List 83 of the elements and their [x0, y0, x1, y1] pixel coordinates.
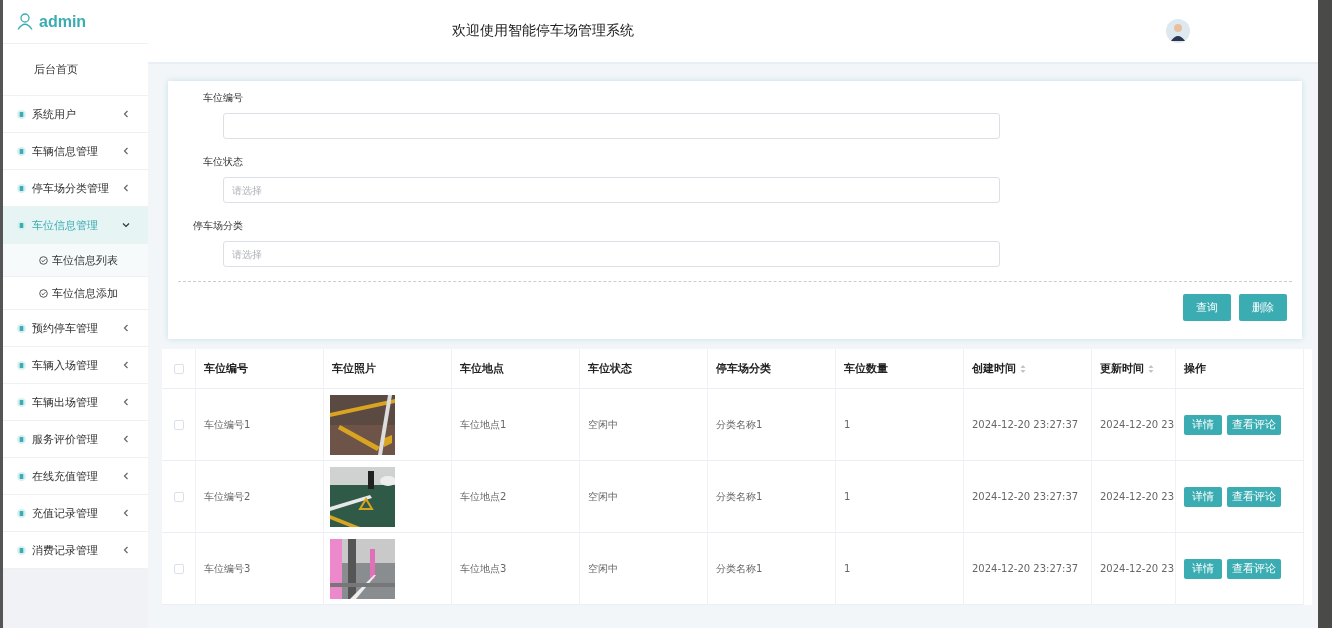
submenu-item[interactable]: 车位信息添加 [3, 277, 148, 310]
select-field[interactable]: 请选择 [223, 241, 1000, 267]
document-icon [17, 323, 26, 333]
document-icon [17, 183, 26, 193]
menu-item[interactable]: 停车场分类管理 [3, 170, 148, 207]
table-cell: 2024-12-20 23 [1100, 491, 1175, 502]
menu-item[interactable]: 车辆信息管理 [3, 133, 148, 170]
menu-item[interactable]: 服务评价管理 [3, 421, 148, 458]
chevron-icon [122, 221, 130, 229]
table-cell: 2024-12-20 23 [1100, 419, 1175, 430]
column-header: 创建时间 [972, 361, 1016, 376]
menu-item[interactable]: 在线充值管理 [3, 458, 148, 495]
document-icon [17, 220, 26, 230]
page-title: 欢迎使用智能停车场管理系统 [452, 22, 634, 40]
submenu-item[interactable]: 车位信息列表 [3, 244, 148, 277]
column-header: 车位地点 [460, 361, 504, 376]
chevron-icon [122, 110, 130, 118]
table-cell: 分类名称1 [716, 561, 763, 576]
column-header: 车位照片 [332, 361, 376, 376]
chevron-icon [122, 361, 130, 369]
checkbox[interactable] [174, 563, 184, 574]
menu-item[interactable]: 充值记录管理 [3, 495, 148, 532]
field-label: 车位编号 [202, 91, 244, 105]
document-icon [17, 471, 26, 481]
field-label: 车位状态 [202, 155, 244, 169]
table-cell: 空闲中 [588, 561, 618, 576]
column-header: 更新时间 [1100, 361, 1144, 376]
table-cell: 车位地点1 [460, 417, 507, 432]
table-cell: 2024-12-20 23:27:37 [972, 491, 1079, 502]
chevron-icon [122, 509, 130, 517]
menu-item[interactable]: 系统用户 [3, 96, 148, 133]
chevron-icon [122, 398, 130, 406]
sort-icon[interactable] [1020, 363, 1026, 374]
column-header: 车位状态 [588, 361, 632, 376]
column-header: 停车场分类 [716, 361, 771, 376]
checkbox[interactable] [174, 363, 184, 374]
table-cell: 1 [844, 419, 851, 430]
menu-item[interactable]: 车辆出场管理 [3, 384, 148, 421]
column-header: 操作 [1184, 361, 1206, 376]
chevron-icon [122, 324, 130, 332]
document-icon [17, 397, 26, 407]
column-header: 车位数量 [844, 361, 888, 376]
chevron-icon [122, 147, 130, 155]
table-cell: 分类名称1 [716, 417, 763, 432]
chevron-icon [122, 435, 130, 443]
table-cell: 分类名称1 [716, 489, 763, 504]
chevron-icon [122, 472, 130, 480]
table-cell: 2024-12-20 23:27:37 [972, 563, 1079, 574]
column-header: 车位编号 [204, 361, 248, 376]
table-cell: 空闲中 [588, 417, 618, 432]
table-cell: 2024-12-20 23:27:37 [972, 419, 1079, 430]
checkbox[interactable] [174, 491, 184, 502]
document-icon [17, 545, 26, 555]
menu-item[interactable]: 车辆入场管理 [3, 347, 148, 384]
menu-item[interactable]: 后台首页 [3, 44, 148, 96]
chevron-icon [122, 184, 130, 192]
table-cell: 车位编号2 [204, 489, 251, 504]
check-circle-icon [39, 288, 48, 298]
user-name: admin [39, 12, 87, 31]
user-icon [17, 13, 33, 30]
document-icon [17, 434, 26, 444]
table-cell: 空闲中 [588, 489, 618, 504]
checkbox[interactable] [174, 419, 184, 430]
field-label: 停车场分类 [192, 219, 244, 233]
table-cell: 车位地点2 [460, 489, 507, 504]
table-cell: 车位编号3 [204, 561, 251, 576]
table-cell: 2024-12-20 23 [1100, 563, 1175, 574]
table-cell: 1 [844, 491, 851, 502]
menu-item[interactable]: 消费记录管理 [3, 532, 148, 569]
table-cell: 1 [844, 563, 851, 574]
avatar-icon[interactable] [1166, 19, 1190, 43]
table-cell: 车位地点3 [460, 561, 507, 576]
document-icon [17, 109, 26, 119]
check-circle-icon [39, 255, 48, 265]
sort-icon[interactable] [1148, 363, 1154, 374]
menu-item[interactable]: 预约停车管理 [3, 310, 148, 347]
chevron-icon [122, 546, 130, 554]
input-field[interactable] [223, 113, 1000, 139]
document-icon [17, 146, 26, 156]
document-icon [17, 508, 26, 518]
table-cell: 车位编号1 [204, 417, 251, 432]
document-icon [17, 360, 26, 370]
select-field[interactable]: 请选择 [223, 177, 1000, 203]
